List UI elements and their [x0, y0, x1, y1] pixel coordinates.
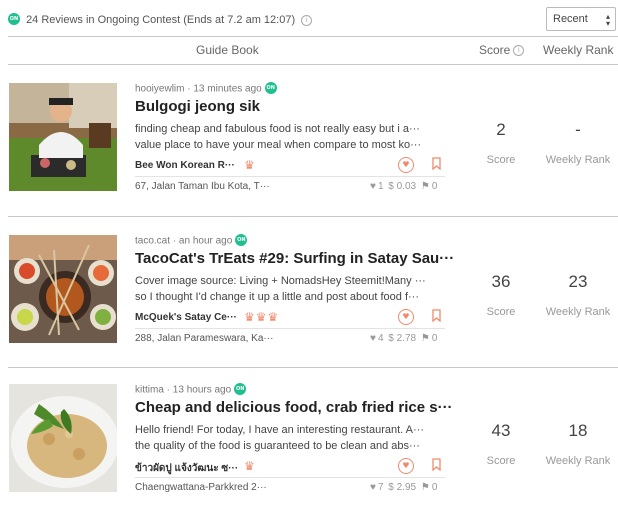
excerpt-line: Cover image source: Living + NomadsHey S… [135, 275, 426, 287]
on-status-badge: ON [8, 13, 20, 26]
payout-value: $ 0.03 [388, 181, 417, 192]
heart-icon[interactable]: ♥ [398, 458, 414, 474]
flag-count: 0 [431, 181, 438, 192]
review-excerpt: finding cheap and fabulous food is not r… [135, 121, 445, 153]
like-icon: ♥ [370, 482, 376, 493]
column-header-guide-book: Guide Book [196, 43, 259, 57]
like-icon: ♥ [370, 333, 376, 344]
like-count: 4 [377, 333, 384, 344]
crown-icon: ♛♛♛ [244, 310, 280, 324]
review-row[interactable]: kittima · 13 hours ago ON Cheap and delic… [0, 366, 618, 496]
weekly-rank-value: 18 [568, 421, 588, 440]
on-status-badge: ON [264, 82, 277, 94]
contest-text: 24 Reviews in Ongoing Contest (Ends at 7… [26, 14, 296, 26]
review-meta: hooiyewlim · 13 minutes ago ON [135, 82, 277, 95]
review-title[interactable]: TacoCat's TrEats #29: Surfing in Satay S… [135, 250, 454, 267]
review-stats: ♥ 7 $ 2.95 ⚑ 0 [370, 482, 439, 493]
payout-value: $ 2.78 [388, 333, 417, 344]
sort-select-value: Recent [553, 13, 588, 25]
review-title[interactable]: Bulgogi jeong sik [135, 98, 260, 115]
restaurant-address: Chaengwattana-Parkkred 2··· [135, 482, 267, 493]
weekly-rank-label: Weekly Rank [545, 455, 611, 467]
table-header: Guide Book Score i Weekly Rank [0, 37, 618, 63]
restaurant-address: 288, Jalan Parameswara, Ka··· [135, 333, 274, 344]
review-thumbnail[interactable] [9, 83, 117, 191]
score-label: Score [486, 154, 516, 166]
flag-icon: ⚑ [420, 333, 430, 344]
heart-icon[interactable]: ♥ [398, 309, 414, 325]
excerpt-line: finding cheap and fabulous food is not r… [135, 123, 420, 135]
column-header-score-label: Score [479, 43, 511, 57]
restaurant-tag[interactable]: McQuek's Satay Ce··· [135, 312, 237, 323]
review-stats: ♥ 4 $ 2.78 ⚑ 0 [370, 333, 439, 344]
flag-count: 0 [431, 333, 438, 344]
score-label: Score [486, 306, 516, 318]
score-value: 43 [491, 421, 511, 440]
score-value: 2 [496, 120, 506, 139]
author-link[interactable]: taco.cat [135, 236, 170, 247]
sort-select[interactable]: Recent ▴ ▾ [546, 7, 616, 31]
excerpt-line: so I thought I'd change it up a little a… [135, 291, 420, 303]
crown-icon: ♛ [244, 459, 256, 473]
top-bar: ON 24 Reviews in Ongoing Contest (Ends a… [0, 0, 618, 36]
review-excerpt: Cover image source: Living + NomadsHey S… [135, 273, 445, 305]
weekly-rank-value: - [575, 120, 581, 139]
excerpt-line: the quality of the food is guaranteed to… [135, 440, 420, 452]
bookmark-icon[interactable] [432, 309, 441, 322]
like-count: 7 [377, 482, 384, 493]
like-count: 1 [377, 181, 384, 192]
excerpt-line: Hello friend! For today, I have an inter… [135, 424, 424, 436]
review-meta: kittima · 13 hours ago ON [135, 383, 247, 396]
review-stats: ♥ 1 $ 0.03 ⚑ 0 [370, 181, 439, 192]
post-time: 13 hours ago [172, 384, 232, 396]
excerpt-line: value place to have your meal when compa… [135, 139, 422, 151]
contest-info: ON 24 Reviews in Ongoing Contest (Ends a… [8, 13, 313, 26]
weekly-rank-label: Weekly Rank [545, 306, 611, 318]
divider [135, 328, 445, 329]
review-meta: taco.cat · an hour ago ON [135, 234, 248, 247]
weekly-rank-label: Weekly Rank [545, 154, 611, 166]
flag-icon: ⚑ [420, 482, 430, 493]
like-icon: ♥ [370, 181, 376, 192]
post-time: 13 minutes ago [193, 83, 262, 95]
crown-icon: ♛ [244, 158, 256, 172]
bookmark-icon[interactable] [432, 157, 441, 170]
on-status-badge: ON [234, 383, 247, 395]
restaurant-address: 67, Jalan Taman Ibu Kota, T··· [135, 181, 270, 192]
review-row[interactable]: hooiyewlim · 13 minutes ago ON Bulgogi je… [0, 65, 618, 195]
author-link[interactable]: kittima [135, 385, 164, 396]
score-value: 36 [491, 272, 511, 291]
post-time: an hour ago [178, 235, 233, 247]
flag-count: 0 [431, 482, 438, 493]
review-title[interactable]: Cheap and delicious food, crab fried ric… [135, 399, 453, 416]
score-label: Score [486, 455, 516, 467]
weekly-rank-value: 23 [568, 272, 588, 291]
score-info-icon[interactable]: i [513, 45, 525, 57]
on-status-badge: ON [235, 234, 248, 246]
review-excerpt: Hello friend! For today, I have an inter… [135, 422, 445, 454]
divider [135, 176, 445, 177]
author-link[interactable]: hooiyewlim [135, 84, 184, 95]
review-thumbnail[interactable] [9, 235, 117, 343]
column-header-score: Score i [479, 43, 525, 57]
payout-value: $ 2.95 [388, 482, 417, 493]
divider [135, 477, 445, 478]
column-header-weekly-rank: Weekly Rank [543, 43, 614, 57]
restaurant-tag[interactable]: ข้าวผัดปู แจ้งวัฒนะ ซ··· [135, 461, 238, 476]
flag-icon: ⚑ [420, 181, 430, 192]
select-arrows-icon: ▴ ▾ [605, 12, 610, 28]
review-thumbnail[interactable] [9, 384, 117, 492]
restaurant-tag[interactable]: Bee Won Korean R··· [135, 160, 235, 171]
review-row[interactable]: taco.cat · an hour ago ON TacoCat's TrEat… [0, 217, 618, 347]
info-icon[interactable]: i [301, 14, 313, 26]
heart-icon[interactable]: ♥ [398, 157, 414, 173]
bookmark-icon[interactable] [432, 458, 441, 471]
